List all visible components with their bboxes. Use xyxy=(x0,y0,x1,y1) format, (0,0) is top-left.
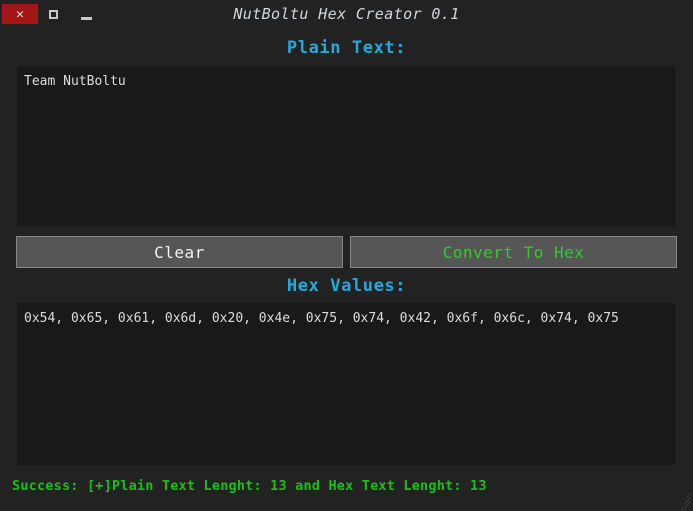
minimize-button[interactable] xyxy=(68,4,104,24)
hex-values-heading: Hex Values: xyxy=(286,276,407,296)
convert-to-hex-button[interactable]: Convert To Hex xyxy=(350,236,677,268)
app-window: ✕ NutBoltu Hex Creator 0.1 Plain Text: T… xyxy=(0,0,693,511)
clear-button[interactable]: Clear xyxy=(16,236,343,268)
maximize-icon xyxy=(48,9,58,19)
title-bar: ✕ NutBoltu Hex Creator 0.1 xyxy=(0,0,693,28)
close-button[interactable]: ✕ xyxy=(2,4,38,24)
minimize-icon xyxy=(80,17,92,20)
window-controls: ✕ xyxy=(0,0,104,28)
close-icon: ✕ xyxy=(16,6,24,22)
resize-grip-icon[interactable] xyxy=(675,488,691,511)
status-bar: Success: [+]Plain Text Lenght: 13 and He… xyxy=(0,465,693,511)
plain-text-input[interactable]: Team NutBoltu xyxy=(17,66,675,226)
action-button-row: Clear Convert To Hex xyxy=(16,236,677,268)
hex-values-output[interactable]: 0x54, 0x65, 0x61, 0x6d, 0x20, 0x4e, 0x75… xyxy=(17,303,675,465)
status-message: Success: [+]Plain Text Lenght: 13 and He… xyxy=(12,477,487,494)
maximize-button[interactable] xyxy=(38,4,68,24)
plain-text-heading: Plain Text: xyxy=(286,38,407,58)
